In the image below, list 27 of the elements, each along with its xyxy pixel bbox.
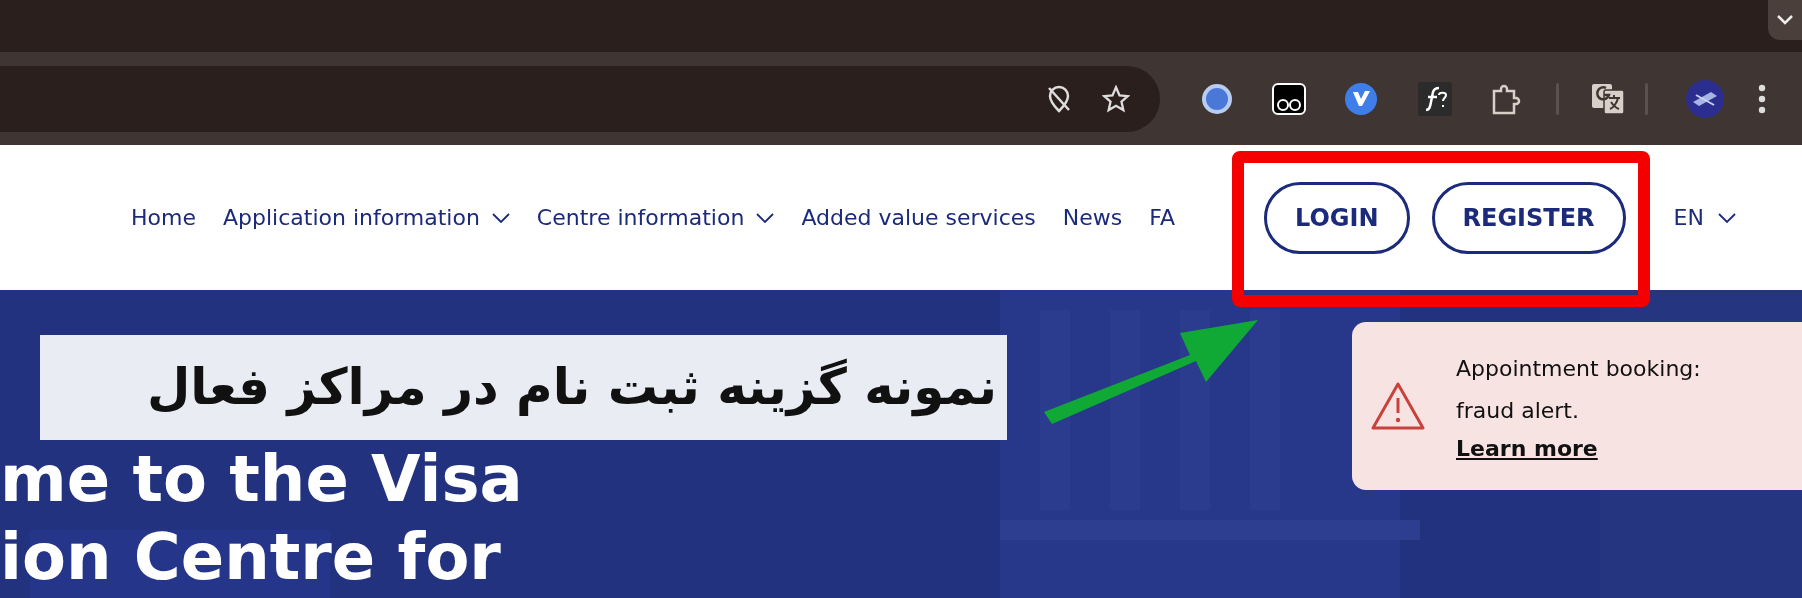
nav-dropdown[interactable]: Centre information bbox=[536, 201, 775, 234]
extension-icon[interactable] bbox=[1418, 81, 1452, 116]
nav-link[interactable]: Added value services bbox=[801, 201, 1036, 234]
language-selector[interactable]: EN bbox=[1673, 201, 1738, 234]
extension-icon[interactable] bbox=[1344, 81, 1378, 116]
extension-icon[interactable] bbox=[1200, 81, 1234, 116]
register-button[interactable]: REGISTER bbox=[1431, 181, 1626, 254]
nav-link[interactable]: Home bbox=[131, 201, 196, 234]
tab-list-button[interactable] bbox=[1768, 0, 1802, 40]
extension-icon[interactable] bbox=[1272, 82, 1306, 115]
bookmark-star-icon[interactable] bbox=[1102, 84, 1130, 113]
chevron-down-icon bbox=[1776, 14, 1794, 26]
hero-title-line: me to the Visa bbox=[0, 441, 523, 518]
nav-link[interactable]: FA bbox=[1149, 201, 1175, 234]
chevron-down-icon bbox=[1715, 212, 1738, 223]
nav-dropdown[interactable]: Application information bbox=[222, 201, 510, 234]
location-off-icon[interactable] bbox=[1046, 84, 1072, 113]
annotation-caption: نمونه گزینه ثبت نام در مراکز فعال bbox=[146, 357, 997, 419]
translate-icon[interactable] bbox=[1591, 81, 1625, 116]
menu-icon[interactable] bbox=[1757, 83, 1767, 114]
warning-icon bbox=[1370, 381, 1426, 431]
alert-message: Appointment booking: fraud alert. bbox=[1456, 354, 1702, 425]
hero-title-line: ion Centre for bbox=[0, 519, 501, 596]
nav-link[interactable]: News bbox=[1062, 201, 1123, 234]
login-button[interactable]: LOGIN bbox=[1263, 181, 1410, 254]
profile-avatar-icon[interactable] bbox=[1686, 79, 1724, 118]
learn-more-link[interactable]: Learn more bbox=[1456, 435, 1598, 461]
